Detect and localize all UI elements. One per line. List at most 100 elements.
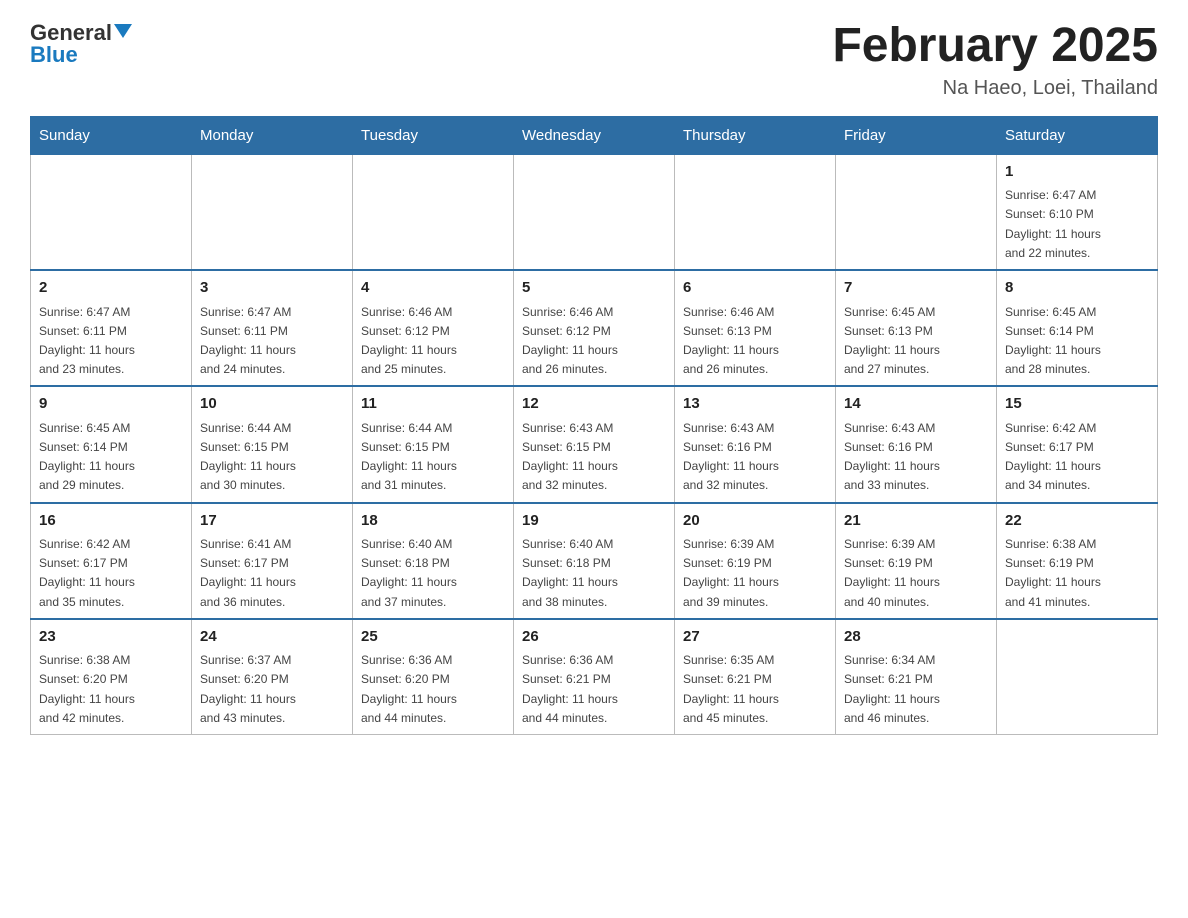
- calendar-day-cell: 27Sunrise: 6:35 AMSunset: 6:21 PMDayligh…: [675, 619, 836, 735]
- day-info: Sunrise: 6:39 AMSunset: 6:19 PMDaylight:…: [683, 535, 827, 612]
- calendar-day-cell: 18Sunrise: 6:40 AMSunset: 6:18 PMDayligh…: [353, 503, 514, 619]
- calendar-week-row: 9 Sunrise: 6:45 AMSunset: 6:14 PMDaylight…: [31, 386, 1158, 502]
- day-number: 22: [1005, 510, 1149, 533]
- calendar-day-cell: 14 Sunrise: 6:43 AMSunset: 6:16 PMDayligh…: [836, 386, 997, 502]
- calendar-day-cell: 26Sunrise: 6:36 AMSunset: 6:21 PMDayligh…: [514, 619, 675, 735]
- day-info: Sunrise: 6:39 AMSunset: 6:19 PMDaylight:…: [844, 535, 988, 612]
- day-number: 9: [39, 393, 183, 416]
- calendar-subtitle: Na Haeo, Loei, Thailand: [832, 77, 1158, 100]
- calendar-week-row: 2 Sunrise: 6:47 AMSunset: 6:11 PMDaylight…: [31, 270, 1158, 386]
- day-info: Sunrise: 6:44 AMSunset: 6:15 PMDaylight:…: [200, 419, 344, 496]
- day-info: Sunrise: 6:44 AMSunset: 6:15 PMDaylight:…: [361, 419, 505, 496]
- calendar-week-row: 23Sunrise: 6:38 AMSunset: 6:20 PMDayligh…: [31, 619, 1158, 735]
- weekday-header-row: SundayMondayTuesdayWednesdayThursdayFrid…: [31, 116, 1158, 154]
- day-number: 2: [39, 277, 183, 300]
- page-header: General Blue February 2025 Na Haeo, Loei…: [30, 20, 1158, 100]
- weekday-saturday: Saturday: [997, 116, 1158, 154]
- calendar-day-cell: 25Sunrise: 6:36 AMSunset: 6:20 PMDayligh…: [353, 619, 514, 735]
- calendar-day-cell: 10 Sunrise: 6:44 AMSunset: 6:15 PMDayligh…: [192, 386, 353, 502]
- day-number: 3: [200, 277, 344, 300]
- day-info: Sunrise: 6:47 AMSunset: 6:11 PMDaylight:…: [39, 303, 183, 380]
- day-number: 24: [200, 626, 344, 649]
- calendar-day-cell: [514, 154, 675, 270]
- day-number: 17: [200, 510, 344, 533]
- day-number: 10: [200, 393, 344, 416]
- calendar-day-cell: 1Sunrise: 6:47 AMSunset: 6:10 PMDaylight…: [997, 154, 1158, 270]
- calendar-day-cell: 2 Sunrise: 6:47 AMSunset: 6:11 PMDaylight…: [31, 270, 192, 386]
- calendar-day-cell: 5 Sunrise: 6:46 AMSunset: 6:12 PMDaylight…: [514, 270, 675, 386]
- day-number: 1: [1005, 161, 1149, 184]
- day-number: 18: [361, 510, 505, 533]
- day-number: 25: [361, 626, 505, 649]
- day-info: Sunrise: 6:46 AMSunset: 6:12 PMDaylight:…: [522, 303, 666, 380]
- weekday-thursday: Thursday: [675, 116, 836, 154]
- day-number: 11: [361, 393, 505, 416]
- logo-blue-text: Blue: [30, 42, 78, 68]
- title-block: February 2025 Na Haeo, Loei, Thailand: [832, 20, 1158, 100]
- calendar-day-cell: 16Sunrise: 6:42 AMSunset: 6:17 PMDayligh…: [31, 503, 192, 619]
- day-info: Sunrise: 6:42 AMSunset: 6:17 PMDaylight:…: [1005, 419, 1149, 496]
- calendar-week-row: 16Sunrise: 6:42 AMSunset: 6:17 PMDayligh…: [31, 503, 1158, 619]
- calendar-day-cell: 21Sunrise: 6:39 AMSunset: 6:19 PMDayligh…: [836, 503, 997, 619]
- weekday-friday: Friday: [836, 116, 997, 154]
- day-number: 7: [844, 277, 988, 300]
- day-info: Sunrise: 6:34 AMSunset: 6:21 PMDaylight:…: [844, 651, 988, 728]
- day-number: 14: [844, 393, 988, 416]
- day-info: Sunrise: 6:40 AMSunset: 6:18 PMDaylight:…: [361, 535, 505, 612]
- logo: General Blue: [30, 20, 132, 68]
- day-info: Sunrise: 6:40 AMSunset: 6:18 PMDaylight:…: [522, 535, 666, 612]
- day-info: Sunrise: 6:45 AMSunset: 6:14 PMDaylight:…: [39, 419, 183, 496]
- calendar-day-cell: 17Sunrise: 6:41 AMSunset: 6:17 PMDayligh…: [192, 503, 353, 619]
- day-number: 26: [522, 626, 666, 649]
- calendar-day-cell: 19Sunrise: 6:40 AMSunset: 6:18 PMDayligh…: [514, 503, 675, 619]
- calendar-day-cell: 7Sunrise: 6:45 AMSunset: 6:13 PMDaylight…: [836, 270, 997, 386]
- calendar-day-cell: 6Sunrise: 6:46 AMSunset: 6:13 PMDaylight…: [675, 270, 836, 386]
- day-number: 28: [844, 626, 988, 649]
- day-number: 16: [39, 510, 183, 533]
- calendar-day-cell: [192, 154, 353, 270]
- day-info: Sunrise: 6:41 AMSunset: 6:17 PMDaylight:…: [200, 535, 344, 612]
- day-info: Sunrise: 6:46 AMSunset: 6:12 PMDaylight:…: [361, 303, 505, 380]
- day-number: 6: [683, 277, 827, 300]
- calendar-day-cell: 9 Sunrise: 6:45 AMSunset: 6:14 PMDaylight…: [31, 386, 192, 502]
- day-number: 15: [1005, 393, 1149, 416]
- weekday-monday: Monday: [192, 116, 353, 154]
- calendar-body: 1Sunrise: 6:47 AMSunset: 6:10 PMDaylight…: [31, 154, 1158, 734]
- day-info: Sunrise: 6:37 AMSunset: 6:20 PMDaylight:…: [200, 651, 344, 728]
- calendar-day-cell: 20Sunrise: 6:39 AMSunset: 6:19 PMDayligh…: [675, 503, 836, 619]
- day-info: Sunrise: 6:38 AMSunset: 6:20 PMDaylight:…: [39, 651, 183, 728]
- day-info: Sunrise: 6:35 AMSunset: 6:21 PMDaylight:…: [683, 651, 827, 728]
- day-info: Sunrise: 6:45 AMSunset: 6:14 PMDaylight:…: [1005, 303, 1149, 380]
- day-info: Sunrise: 6:43 AMSunset: 6:16 PMDaylight:…: [683, 419, 827, 496]
- day-number: 21: [844, 510, 988, 533]
- day-number: 19: [522, 510, 666, 533]
- day-number: 4: [361, 277, 505, 300]
- calendar-day-cell: [997, 619, 1158, 735]
- day-number: 5: [522, 277, 666, 300]
- day-info: Sunrise: 6:43 AMSunset: 6:16 PMDaylight:…: [844, 419, 988, 496]
- day-number: 23: [39, 626, 183, 649]
- calendar-day-cell: 11 Sunrise: 6:44 AMSunset: 6:15 PMDayligh…: [353, 386, 514, 502]
- calendar-day-cell: 28Sunrise: 6:34 AMSunset: 6:21 PMDayligh…: [836, 619, 997, 735]
- day-info: Sunrise: 6:42 AMSunset: 6:17 PMDaylight:…: [39, 535, 183, 612]
- day-info: Sunrise: 6:47 AMSunset: 6:10 PMDaylight:…: [1005, 186, 1149, 263]
- calendar-day-cell: [31, 154, 192, 270]
- weekday-sunday: Sunday: [31, 116, 192, 154]
- calendar-day-cell: 3 Sunrise: 6:47 AMSunset: 6:11 PMDaylight…: [192, 270, 353, 386]
- day-info: Sunrise: 6:36 AMSunset: 6:21 PMDaylight:…: [522, 651, 666, 728]
- day-info: Sunrise: 6:38 AMSunset: 6:19 PMDaylight:…: [1005, 535, 1149, 612]
- calendar-day-cell: 22Sunrise: 6:38 AMSunset: 6:19 PMDayligh…: [997, 503, 1158, 619]
- weekday-wednesday: Wednesday: [514, 116, 675, 154]
- day-number: 27: [683, 626, 827, 649]
- logo-triangle-icon: [114, 24, 132, 38]
- day-number: 8: [1005, 277, 1149, 300]
- calendar-day-cell: [675, 154, 836, 270]
- calendar-day-cell: 23Sunrise: 6:38 AMSunset: 6:20 PMDayligh…: [31, 619, 192, 735]
- calendar-day-cell: 15 Sunrise: 6:42 AMSunset: 6:17 PMDayligh…: [997, 386, 1158, 502]
- day-info: Sunrise: 6:36 AMSunset: 6:20 PMDaylight:…: [361, 651, 505, 728]
- calendar-day-cell: 12Sunrise: 6:43 AMSunset: 6:15 PMDayligh…: [514, 386, 675, 502]
- day-number: 20: [683, 510, 827, 533]
- weekday-tuesday: Tuesday: [353, 116, 514, 154]
- day-info: Sunrise: 6:47 AMSunset: 6:11 PMDaylight:…: [200, 303, 344, 380]
- calendar-day-cell: 8 Sunrise: 6:45 AMSunset: 6:14 PMDaylight…: [997, 270, 1158, 386]
